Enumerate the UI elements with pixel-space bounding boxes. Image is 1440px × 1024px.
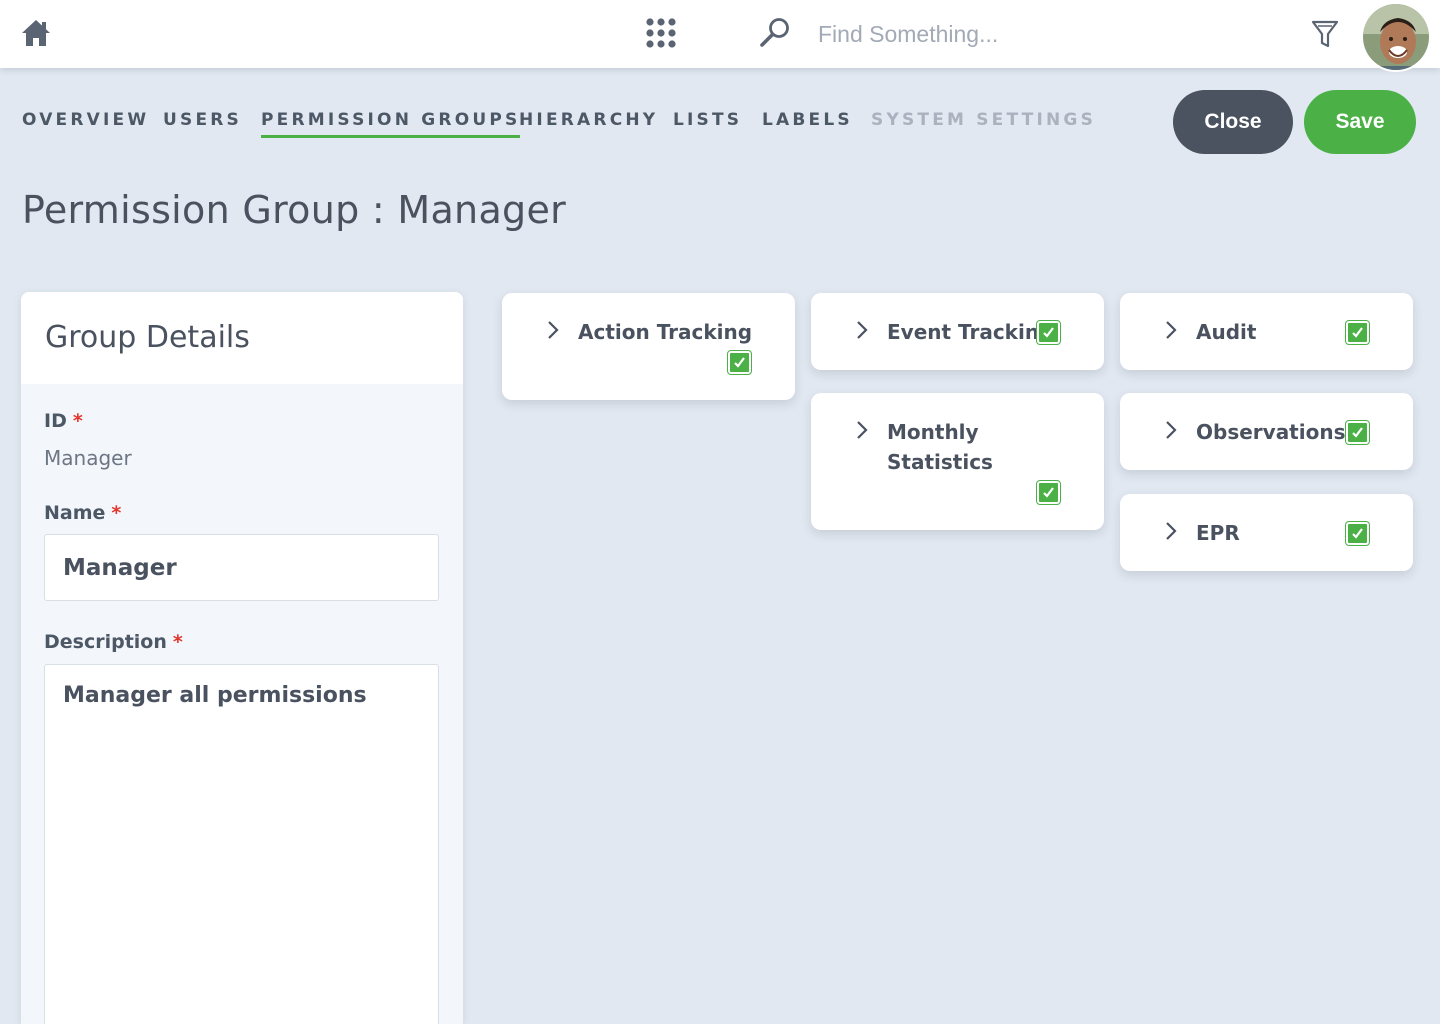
checkbox-checked-icon[interactable] xyxy=(728,351,751,374)
home-icon[interactable] xyxy=(20,18,52,48)
chevron-right-icon[interactable] xyxy=(1164,419,1178,441)
group-details-panel: Group Details ID* Manager Name* Descript… xyxy=(21,292,463,1024)
description-field[interactable]: Manager all permissions xyxy=(44,664,439,1024)
group-details-heading: Group Details xyxy=(21,292,463,384)
permission-card-event-tracking[interactable]: Event Tracking xyxy=(811,293,1104,370)
checkbox-checked-icon[interactable] xyxy=(1346,421,1369,444)
name-field[interactable] xyxy=(44,534,439,601)
page-title: Permission Group : Manager xyxy=(22,188,567,232)
description-label-text: Description xyxy=(44,631,167,653)
search-icon[interactable] xyxy=(758,16,792,50)
chevron-right-icon[interactable] xyxy=(855,319,869,341)
permission-card-observations[interactable]: Observations xyxy=(1120,393,1413,470)
tab-labels[interactable]: LABELS xyxy=(762,110,853,138)
required-marker: * xyxy=(172,631,183,653)
permission-label: EPR xyxy=(1196,521,1240,545)
tab-users[interactable]: USERS xyxy=(163,110,242,138)
top-bar xyxy=(0,0,1440,72)
permission-label: Observations xyxy=(1196,420,1346,444)
save-button[interactable]: Save xyxy=(1304,90,1416,154)
tab-hierarchy[interactable]: HIERARCHY xyxy=(519,110,658,138)
permission-card-audit[interactable]: Audit xyxy=(1120,293,1413,370)
checkbox-checked-icon[interactable] xyxy=(1346,321,1369,344)
permission-card-epr[interactable]: EPR xyxy=(1120,494,1413,571)
checkbox-checked-icon[interactable] xyxy=(1346,522,1369,545)
permission-label: Action Tracking xyxy=(578,320,753,344)
tab-lists[interactable]: LISTS xyxy=(673,110,742,138)
chevron-right-icon[interactable] xyxy=(1164,520,1178,542)
required-marker: * xyxy=(111,502,122,524)
description-label: Description * xyxy=(44,631,183,653)
permission-label: Audit xyxy=(1196,320,1257,344)
permission-label: Monthly Statistics xyxy=(887,420,993,474)
checkbox-checked-icon[interactable] xyxy=(1037,321,1060,344)
filter-icon[interactable] xyxy=(1310,18,1340,50)
checkbox-checked-icon[interactable] xyxy=(1037,481,1060,504)
permission-card-action-tracking[interactable]: Action Tracking xyxy=(502,293,795,400)
permission-card-monthly-statistics[interactable]: Monthly Statistics xyxy=(811,393,1104,530)
id-label-text: ID xyxy=(44,410,67,432)
id-value: Manager xyxy=(44,446,132,470)
permission-label: Event Tracking xyxy=(887,320,1054,344)
search-input[interactable] xyxy=(808,14,1248,54)
apps-grid-icon[interactable] xyxy=(644,16,678,50)
chevron-right-icon[interactable] xyxy=(1164,319,1178,341)
tab-system-settings[interactable]: SYSTEM SETTINGS xyxy=(871,110,1096,138)
id-label: ID * xyxy=(44,410,83,432)
tab-overview[interactable]: OVERVIEW xyxy=(22,110,149,138)
name-label-text: Name xyxy=(44,502,106,524)
required-marker: * xyxy=(72,410,83,432)
user-avatar[interactable] xyxy=(1361,2,1431,72)
tab-permission-groups[interactable]: PERMISSION GROUPS xyxy=(261,110,521,138)
name-label: Name * xyxy=(44,502,121,524)
chevron-right-icon[interactable] xyxy=(855,419,869,441)
close-button[interactable]: Close xyxy=(1173,90,1293,154)
chevron-right-icon[interactable] xyxy=(546,319,560,341)
